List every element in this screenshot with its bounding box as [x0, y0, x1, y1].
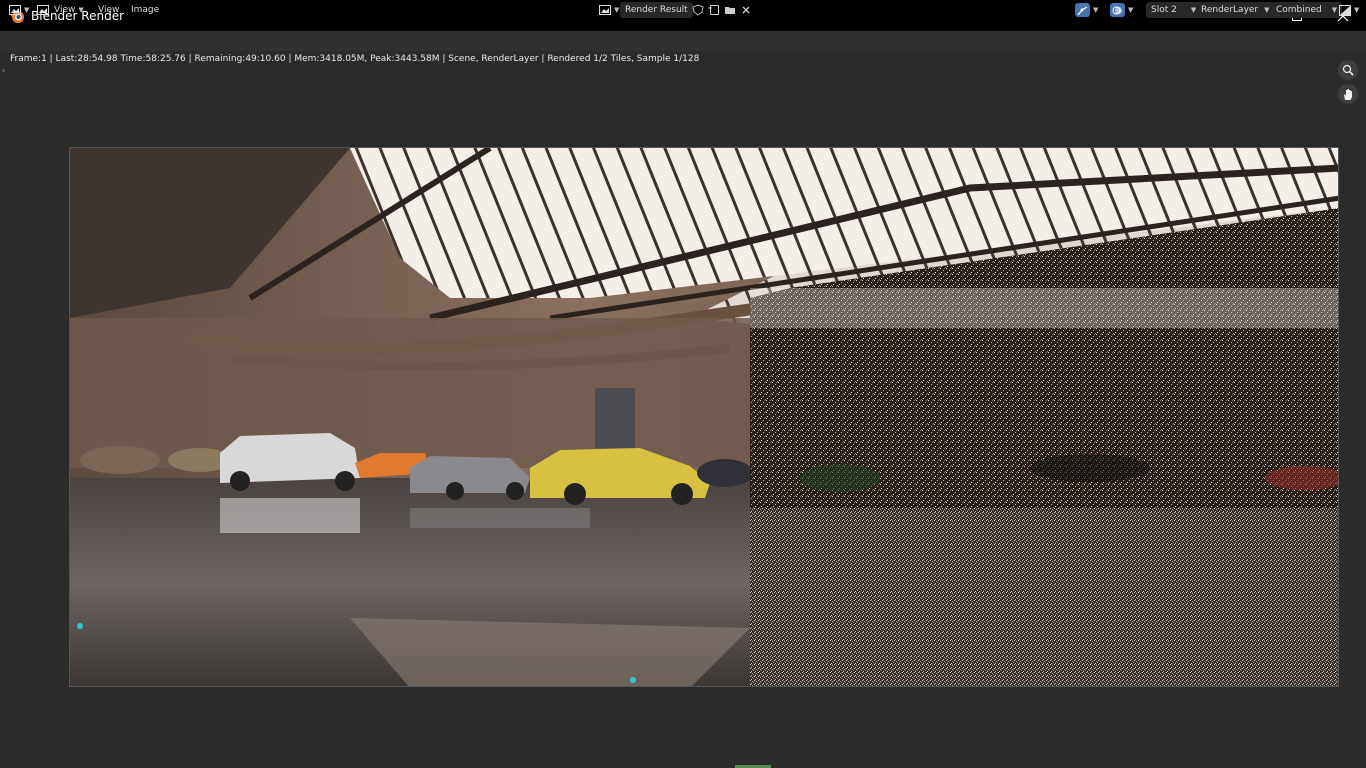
slot-dropdown[interactable]: Slot 2 ▼	[1146, 2, 1202, 18]
view-menu[interactable]: View	[98, 2, 119, 18]
zoom-button[interactable]	[1338, 60, 1358, 80]
sidebar-expand-arrow[interactable]: ›	[2, 66, 5, 75]
view-mode-label: View	[54, 5, 76, 15]
render-layer-label: RenderLayer	[1201, 5, 1259, 15]
gizmo-icon	[1077, 5, 1088, 15]
view-menu-label: View	[98, 5, 120, 15]
overlay-icon	[1112, 6, 1122, 14]
view-mode-icon	[37, 5, 49, 15]
pan-button[interactable]	[1338, 84, 1358, 104]
render-pass-label: Combined	[1276, 5, 1322, 15]
display-channels-dropdown[interactable]: ▼	[1339, 2, 1359, 18]
folder-icon	[725, 7, 735, 14]
image-browse-icon	[599, 5, 611, 15]
image-name-field[interactable]: Render Result	[620, 2, 693, 18]
gizmo-toggle[interactable]: ▼	[1075, 2, 1098, 18]
render-preview-graphic	[70, 148, 1338, 686]
new-image-button[interactable]	[708, 2, 720, 18]
image-editor-header	[0, 31, 1366, 51]
hand-icon	[1344, 88, 1352, 100]
render-result-image[interactable]	[69, 147, 1339, 687]
fake-user-button[interactable]	[692, 2, 704, 18]
shield-icon	[692, 4, 704, 16]
render-status-text: Frame:1 | Last:28:54.98 Time:58:25.76 | …	[10, 54, 700, 64]
open-image-button[interactable]	[724, 2, 736, 18]
slot-label: Slot 2	[1151, 5, 1177, 15]
image-menu-label: Image	[131, 5, 160, 15]
view-mode-dropdown[interactable]: View ▼	[37, 2, 84, 18]
close-icon	[742, 6, 750, 14]
unlink-image-button[interactable]	[740, 2, 752, 18]
new-image-icon	[708, 5, 719, 15]
image-menu[interactable]: Image	[131, 2, 159, 18]
display-channels-icon	[1339, 4, 1351, 16]
editor-type-button[interactable]: ▼	[9, 2, 29, 18]
render-layer-dropdown[interactable]: RenderLayer ▼	[1196, 2, 1275, 18]
zoom-icon	[1342, 64, 1354, 76]
overlay-toggle[interactable]: ▼	[1110, 2, 1133, 18]
image-name-label: Render Result	[625, 5, 688, 15]
image-browse-button[interactable]: ▼	[599, 2, 619, 18]
image-editor-icon	[9, 5, 21, 15]
render-pass-dropdown[interactable]: Combined ▼	[1271, 2, 1343, 18]
